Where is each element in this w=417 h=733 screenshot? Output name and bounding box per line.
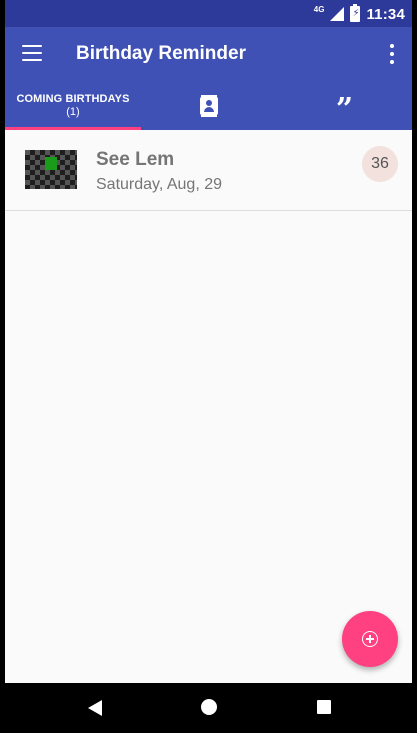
contact-name: See Lem xyxy=(96,149,175,170)
tab-coming-birthdays-count: (1) xyxy=(66,106,80,118)
battery-charging-icon: ⚡ xyxy=(350,4,361,22)
nav-recents-icon[interactable] xyxy=(317,700,331,714)
tab-bar: COMING BIRTHDAYS (1) ” xyxy=(0,82,417,130)
birthday-list-item[interactable]: See Lem Saturday, Aug, 29 36 xyxy=(5,130,412,211)
status-indicators: 4G ⚡ 11:34 xyxy=(314,4,405,24)
birthday-list: See Lem Saturday, Aug, 29 36 xyxy=(5,130,412,211)
status-bar: 4G ⚡ 11:34 xyxy=(0,0,417,27)
add-circle-icon xyxy=(362,631,378,647)
network-type-label: 4G xyxy=(313,4,325,14)
tab-quotes[interactable]: ” xyxy=(277,82,412,130)
nav-home-icon[interactable] xyxy=(201,699,217,715)
nav-back-icon[interactable] xyxy=(88,700,102,716)
quote-icon: ” xyxy=(335,92,354,127)
app-screen: 4G ⚡ 11:34 Birthday Reminder COMING BIRT… xyxy=(0,0,417,733)
hamburger-menu-icon[interactable] xyxy=(22,45,42,61)
contact-photo-placeholder xyxy=(25,150,77,189)
tab-coming-birthdays-label: COMING BIRTHDAYS xyxy=(16,93,130,105)
tab-coming-birthdays[interactable]: COMING BIRTHDAYS (1) xyxy=(5,82,141,130)
contacts-icon xyxy=(200,95,218,117)
system-nav-bar xyxy=(0,683,417,733)
app-bar: Birthday Reminder xyxy=(0,27,417,82)
age-badge: 36 xyxy=(362,146,398,182)
more-options-icon[interactable] xyxy=(389,44,395,64)
app-title: Birthday Reminder xyxy=(76,43,246,64)
birthday-date: Saturday, Aug, 29 xyxy=(96,176,223,193)
signal-icon xyxy=(330,7,345,21)
add-birthday-button[interactable] xyxy=(342,611,398,667)
status-clock: 11:34 xyxy=(366,5,405,23)
tab-contacts[interactable] xyxy=(141,82,277,130)
